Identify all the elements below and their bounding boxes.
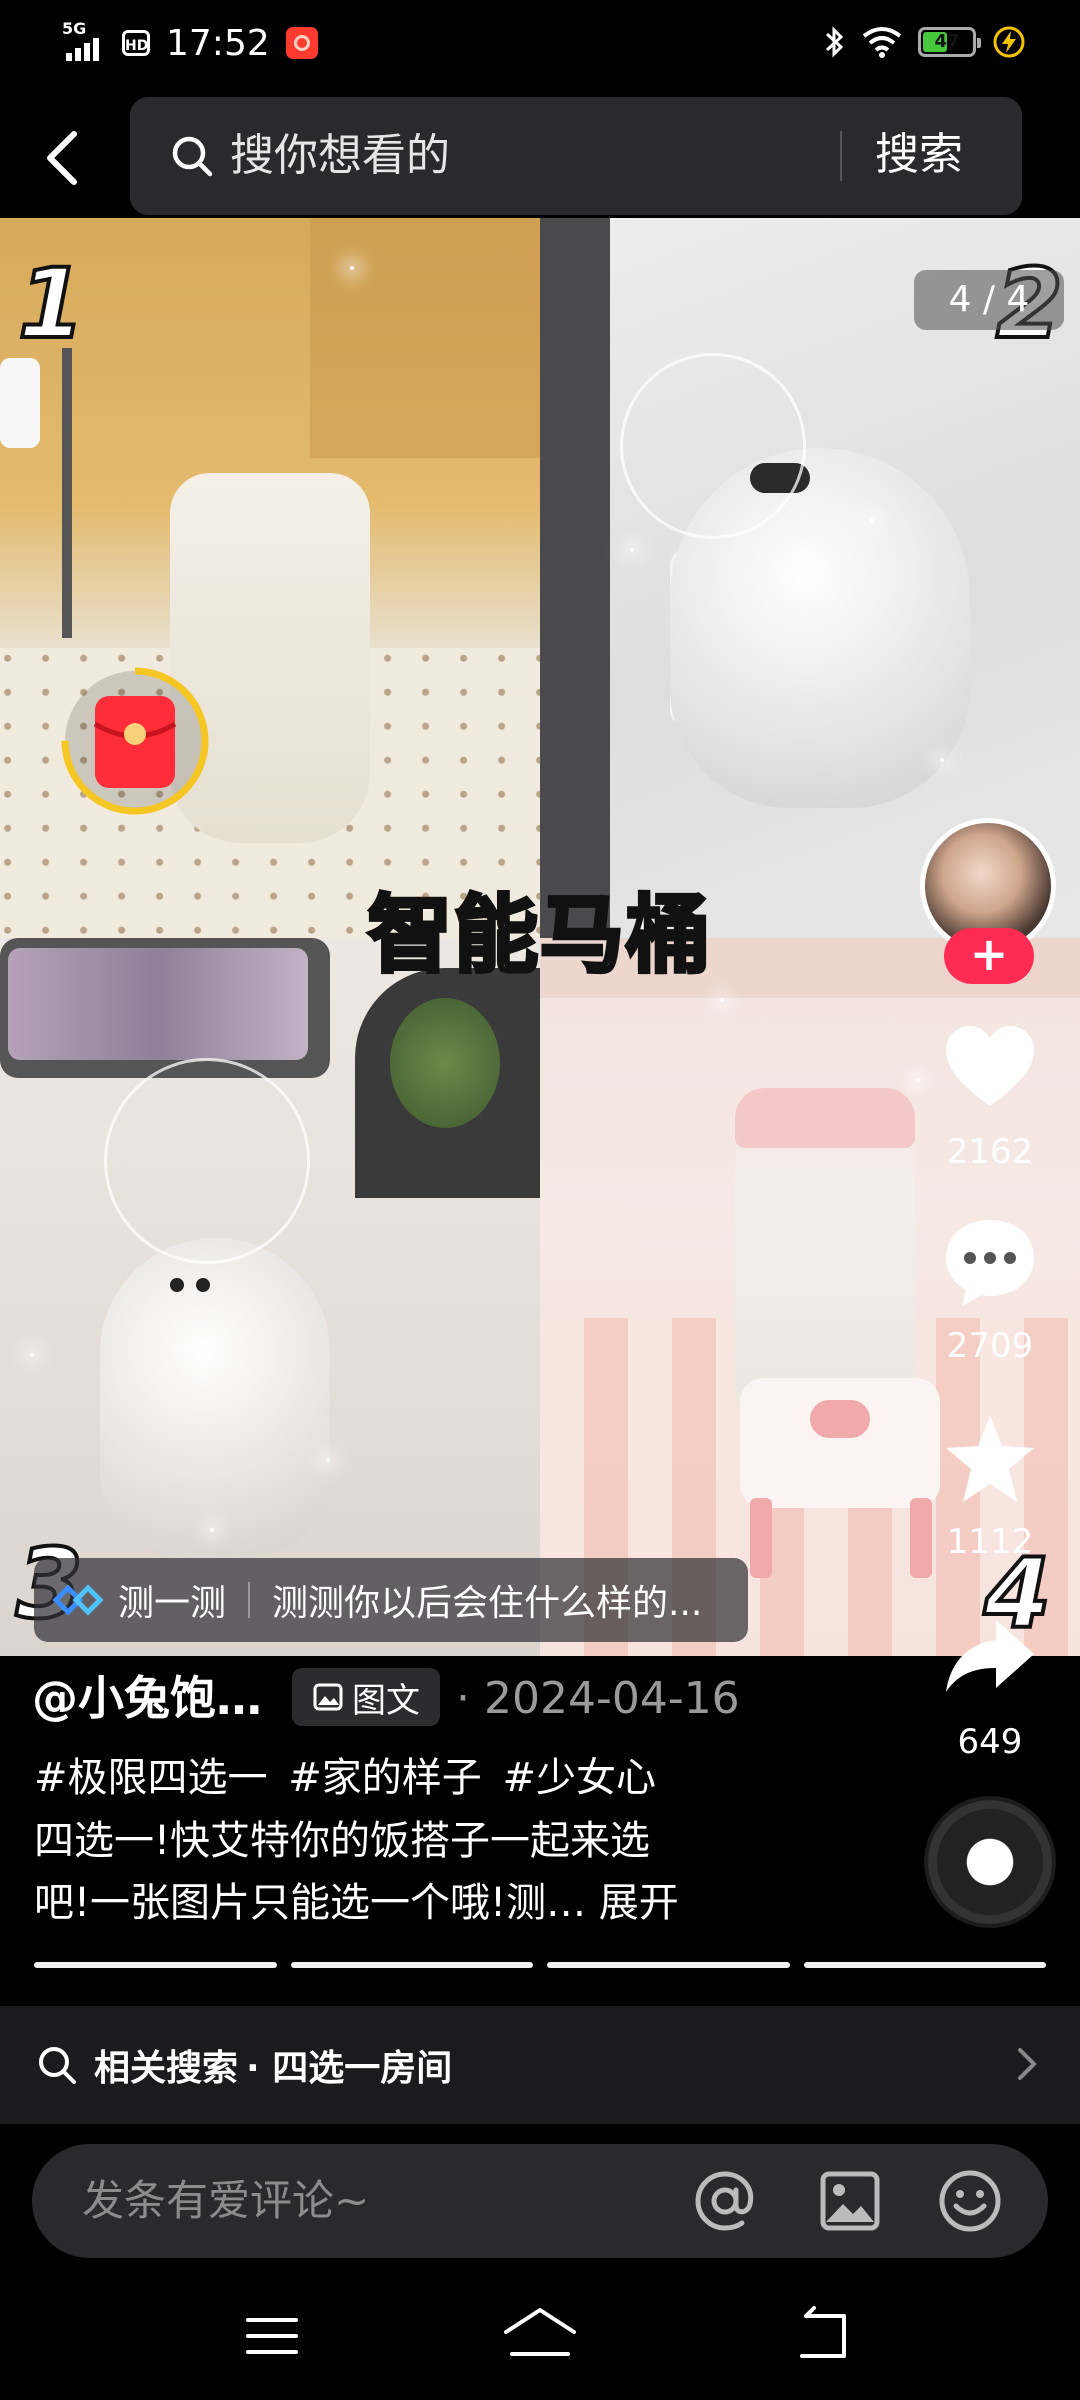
network-type: 5G [62, 19, 87, 38]
status-left: 5G HD 17:52 [62, 18, 318, 68]
cellular-signal-icon: 5G [62, 19, 112, 63]
emoji-icon[interactable] [937, 2168, 1003, 2234]
star-icon[interactable] [940, 1410, 1040, 1510]
comment-icon[interactable] [940, 1212, 1040, 1312]
share-count: 649 [957, 1722, 1023, 1762]
option-number-1: 1 [16, 246, 87, 362]
image-progress-bar [34, 1962, 1046, 1968]
menu-icon[interactable] [232, 2296, 312, 2376]
hashtags[interactable]: #极限四选一 #家的样子 #少女心 [34, 1748, 656, 1808]
expand-button[interactable]: 展开 [599, 1880, 679, 1926]
home-icon[interactable] [500, 2296, 580, 2376]
favorite-count: 1112 [946, 1522, 1034, 1562]
charging-icon [993, 26, 1025, 58]
comment-input[interactable]: 发条有爱评论~ [82, 2172, 369, 2230]
red-packet-button[interactable] [60, 666, 210, 816]
quiz-divider [248, 1582, 251, 1618]
search-icon [172, 136, 213, 177]
post-image[interactable]: 1 2 3 4 智能马桶 4 / 4 [0, 218, 1080, 1656]
related-search-term: · 四选一房间 [246, 2048, 453, 2089]
option-image-1: 1 [0, 218, 540, 938]
option-image-3: 3 [0, 938, 540, 1656]
search-submit-button[interactable]: 搜索 [875, 125, 963, 185]
status-bar: 5G HD 17:52 47 [0, 0, 1080, 86]
quiz-description: 测测你以后会住什么样的... [272, 1583, 703, 1624]
share-icon[interactable] [940, 1608, 1040, 1708]
status-right: 47 [824, 22, 1026, 62]
description-line-2: 吧!一张图片只能选一个哦!测… 展开 [34, 1872, 679, 1934]
battery-icon: 47 [918, 27, 981, 57]
quiz-entry[interactable]: 测一测 测测你以后会住什么样的... [34, 1558, 748, 1642]
search-bar[interactable]: 搜你想看的 搜索 [130, 97, 1022, 215]
notification-app-icon [285, 27, 318, 59]
like-count: 2162 [946, 1132, 1034, 1172]
page-indicator: 4 / 4 [914, 270, 1064, 330]
system-nav-bar [0, 2272, 1080, 2400]
progress-segment [547, 1962, 790, 1968]
quiz-link-icon [52, 1584, 104, 1616]
post-type-badge: 图文 [292, 1668, 440, 1726]
progress-segment [34, 1962, 277, 1968]
image-icon [313, 1683, 343, 1711]
image-picker-icon[interactable] [817, 2168, 883, 2234]
quiz-label: 测一测 [118, 1583, 227, 1624]
overlay-title: 智能马桶 [366, 884, 712, 986]
description-line-1: 四选一!快艾特你的饭搭子一起来选 [34, 1818, 651, 1864]
mention-icon[interactable] [692, 2168, 758, 2234]
post-date: · 2024-04-16 [456, 1673, 740, 1724]
related-search-bar[interactable]: 相关搜索 · 四选一房间 [0, 2006, 1080, 2124]
search-icon [39, 2047, 76, 2084]
progress-segment [290, 1962, 533, 1968]
search-input[interactable]: 搜你想看的 [230, 127, 450, 185]
description-text: 吧!一张图片只能选一个哦!测… [34, 1880, 587, 1926]
back-button[interactable] [30, 118, 94, 198]
back-nav-icon[interactable] [784, 2296, 864, 2376]
comment-bar[interactable]: 发条有爱评论~ [32, 2144, 1048, 2258]
chevron-left-icon [47, 131, 77, 185]
hd-badge: HD [122, 30, 150, 56]
bluetooth-icon [825, 26, 844, 58]
author-name[interactable]: @小兔饱… [32, 1664, 262, 1732]
heart-icon[interactable] [940, 1018, 1040, 1118]
post-type-label: 图文 [352, 1680, 420, 1721]
red-envelope-icon [61, 667, 209, 815]
progress-segment [803, 1962, 1046, 1968]
comment-count: 2709 [946, 1326, 1034, 1366]
battery-level: 47 [934, 31, 960, 52]
chevron-right-icon [1018, 2048, 1037, 2080]
music-disc[interactable] [928, 1800, 1052, 1924]
related-search-label: 相关搜索 [94, 2048, 239, 2089]
clock: 17:52 [166, 22, 270, 64]
follow-button[interactable]: + [944, 928, 1034, 984]
search-divider [840, 131, 842, 181]
wifi-icon [862, 27, 902, 58]
